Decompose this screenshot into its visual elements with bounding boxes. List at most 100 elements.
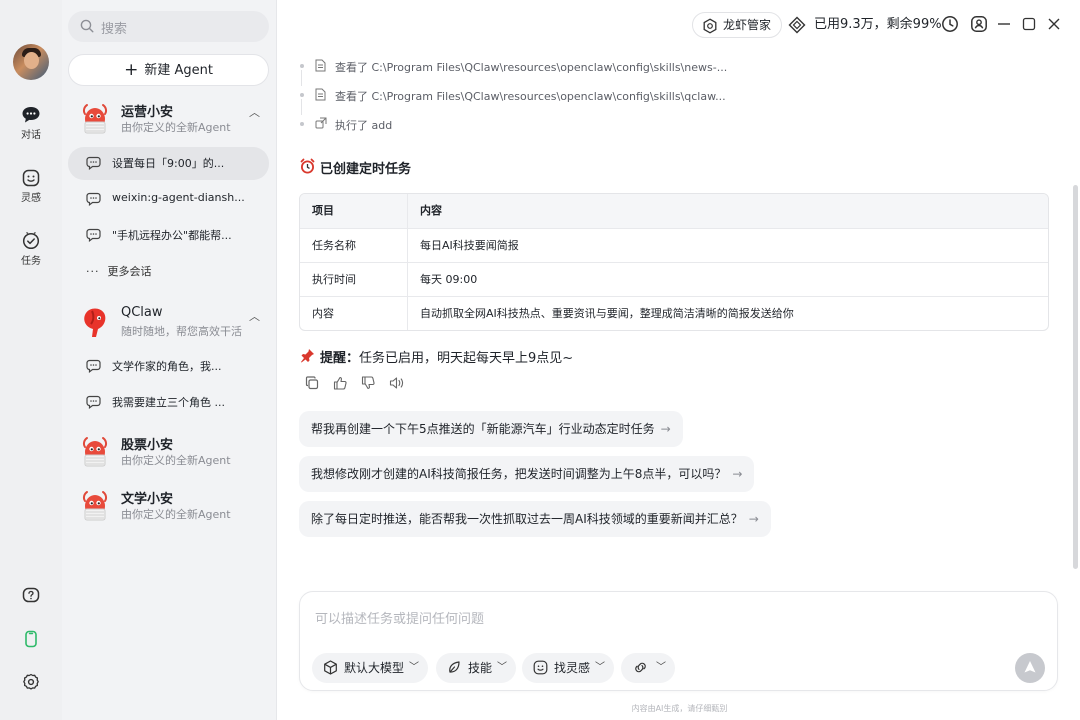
inspiration-button[interactable]: 找灵感 ﹀ xyxy=(522,653,615,683)
conversation-item[interactable]: "手机远程办公"都能帮... xyxy=(68,219,269,252)
link-attach-button[interactable]: ﹀ xyxy=(621,653,675,683)
conversation-title: 我需要建立三个角色 ... xyxy=(112,396,225,409)
chevron-up-icon[interactable]: ︿ xyxy=(249,308,260,324)
table-header-cell: 内容 xyxy=(420,204,442,217)
agent-desc: 由你定义的全新Agent xyxy=(121,508,231,521)
comment-icon xyxy=(86,228,101,242)
copy-icon[interactable] xyxy=(305,376,319,390)
search-box[interactable]: 搜索 xyxy=(68,11,269,42)
table-header-cell: 项目 xyxy=(300,194,408,228)
phone-button[interactable] xyxy=(0,630,62,648)
suggestion-chip[interactable]: 除了每日定时推送，能否帮我一次性抓取过去一周AI科技领域的重要新闻并汇总？ → xyxy=(299,501,771,537)
chevron-down-icon: ﹀ xyxy=(595,662,606,673)
assistant-label: 龙虾管家 xyxy=(723,18,772,32)
agent-name: QClaw xyxy=(121,305,163,320)
table-cell: 每天 09:00 xyxy=(420,273,478,286)
conversation-item[interactable]: 文学作家的角色，我... xyxy=(68,350,269,383)
skills-button[interactable]: 技能 ﹀ xyxy=(436,653,517,683)
minimize-icon[interactable] xyxy=(997,17,1011,31)
arrow-up-icon xyxy=(1024,661,1036,673)
reminder-bold: 提醒： xyxy=(320,351,360,366)
agent-item[interactable]: QClaw 随时随地，帮您高效干活 ︿ xyxy=(78,302,268,346)
chevron-down-icon: ﹀ xyxy=(497,662,508,673)
table-cell: 每日AI科技要闻简报 xyxy=(420,239,519,252)
help-button[interactable] xyxy=(0,587,62,605)
plus-icon: + xyxy=(124,60,139,80)
skill-leaf-icon xyxy=(449,661,460,673)
suggestion-chip[interactable]: 帮我再创建一个下午5点推送的「新能源汽车」行业动态定时任务 → xyxy=(299,411,683,447)
assistant-pill[interactable]: 龙虾管家 xyxy=(692,12,783,38)
table-row: 执行时间 每天 09:00 xyxy=(300,262,1048,296)
agent-name: 股票小安 xyxy=(121,438,174,453)
chevron-up-icon[interactable]: ︿ xyxy=(249,104,260,120)
account-icon[interactable] xyxy=(970,15,988,33)
reminder-text: 任务已启用，明天起每天早上9点见~ xyxy=(359,351,574,366)
table-cell: 自动抓取全网AI科技热点、重要资讯与要闻，整理成简洁清晰的简报发送给你 xyxy=(420,307,794,320)
more-conversations-link[interactable]: ··· 更多会话 xyxy=(86,263,152,279)
table-row: 任务名称 每日AI科技要闻简报 xyxy=(300,228,1048,262)
comment-icon xyxy=(86,192,101,206)
task-table: 项目 内容 任务名称 每日AI科技要闻简报 执行时间 每天 09:00 内容 自… xyxy=(299,193,1049,331)
rail-item-label: 灵感 xyxy=(21,193,41,204)
speaker-icon[interactable] xyxy=(389,376,405,390)
more-dots-icon: ··· xyxy=(86,265,100,278)
settings-button[interactable] xyxy=(0,673,62,691)
conversation-item[interactable]: 我需要建立三个角色 ... xyxy=(68,386,269,419)
agent-item[interactable]: 运营小安 由你定义的全新Agent ︿ xyxy=(78,98,268,142)
message-composer[interactable]: 可以描述任务或提问任何问题 默认大模型 ﹀ 技能 ﹀ 找灵感 ﹀ ﹀ xyxy=(299,591,1058,691)
suggestion-chip[interactable]: 我想修改刚才创建的AI科技简报任务，把发送时间调整为上午8点半，可以吗？ → xyxy=(299,456,755,492)
link-icon xyxy=(635,662,646,673)
conversation-title: 设置每日「9:00」的... xyxy=(112,157,225,170)
lobster-avatar-icon xyxy=(82,437,108,467)
reminder-line: 提醒：任务已启用，明天起每天早上9点见~ xyxy=(300,347,573,366)
rail-item-tasks[interactable]: 任务 xyxy=(0,232,62,267)
usage-indicator: 已用9.3万，剩余99% xyxy=(788,12,942,38)
user-avatar[interactable] xyxy=(13,44,49,80)
thumbs-down-icon[interactable] xyxy=(361,376,375,390)
more-label: 更多会话 xyxy=(107,265,152,278)
log-text: 查看了 C:\Program Files\QClaw\resources\ope… xyxy=(335,61,728,74)
agent-item[interactable]: 股票小安 由你定义的全新Agent xyxy=(78,431,268,475)
smile-icon xyxy=(533,660,548,675)
agent-item[interactable]: 文学小安 由你定义的全新Agent xyxy=(78,485,268,529)
conversation-item[interactable]: 设置每日「9:00」的... xyxy=(68,147,269,180)
comment-icon xyxy=(86,395,101,409)
arrow-right-icon: → xyxy=(732,467,743,481)
maximize-icon[interactable] xyxy=(1022,17,1036,31)
thumbs-up-icon[interactable] xyxy=(333,376,347,390)
table-cell: 执行时间 xyxy=(300,263,408,296)
rail-item-inspiration[interactable]: 灵感 xyxy=(0,169,62,204)
composer-input[interactable]: 可以描述任务或提问任何问题 xyxy=(315,608,484,627)
agent-name: 文学小安 xyxy=(121,492,174,507)
phone-icon xyxy=(25,630,37,648)
file-icon xyxy=(315,88,326,101)
new-agent-button[interactable]: + 新建 Agent xyxy=(68,54,269,86)
search-icon xyxy=(80,19,94,33)
help-icon xyxy=(22,587,40,603)
timeline-line xyxy=(301,99,302,115)
qclaw-claw-icon xyxy=(84,308,106,337)
scrollbar[interactable] xyxy=(1073,185,1078,569)
comment-icon xyxy=(86,359,101,373)
suggestion-text: 除了每日定时推送，能否帮我一次性抓取过去一周AI科技领域的重要新闻并汇总？ xyxy=(311,512,743,526)
rail-item-label: 任务 xyxy=(21,256,41,267)
search-placeholder: 搜索 xyxy=(101,22,128,37)
rail-item-chat[interactable]: 对话 xyxy=(0,106,62,141)
chat-icon xyxy=(22,107,40,123)
agent-desc: 随时随地，帮您高效干活 xyxy=(121,325,242,338)
cube-icon xyxy=(324,660,337,675)
arrow-right-icon: → xyxy=(660,422,671,436)
timeline-dot xyxy=(300,64,304,68)
close-icon[interactable] xyxy=(1047,17,1061,31)
send-button[interactable] xyxy=(1015,653,1045,683)
lobster-avatar-icon xyxy=(82,491,108,521)
chevron-down-icon: ﹀ xyxy=(656,662,666,673)
exec-icon xyxy=(315,117,327,129)
history-clock-icon[interactable] xyxy=(941,15,959,33)
conversation-title: "手机远程办公"都能帮... xyxy=(112,229,232,242)
model-selector[interactable]: 默认大模型 ﹀ xyxy=(312,653,429,683)
pushpin-icon xyxy=(301,349,314,363)
conversation-item[interactable]: weixin:g-agent-diansh... xyxy=(68,183,269,216)
conversation-title: weixin:g-agent-diansh... xyxy=(112,191,245,204)
timeline-dot xyxy=(300,122,304,126)
